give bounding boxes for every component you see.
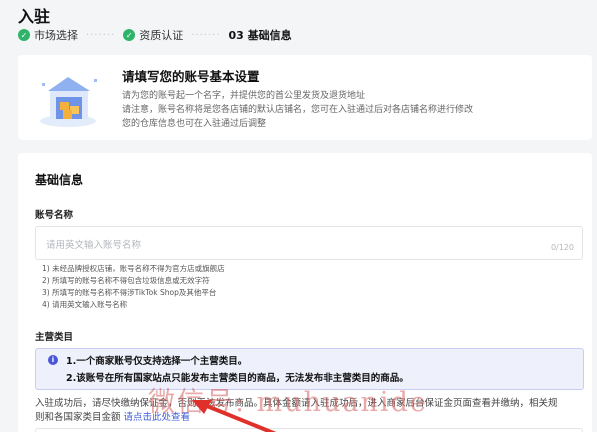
hint-item: 3) 所填写的账号名称不得涉TikTok Shop及其他平台 (42, 288, 217, 297)
intro-line: 您的仓库信息也可在入驻通过后调整 (122, 119, 267, 129)
intro-line: 请注意，账号名称将是您各店铺的默认店铺名，您可在入驻通过后对各店铺名称进行修改 (122, 105, 474, 115)
warehouse-illustration (40, 77, 97, 127)
account-name-label: 账号名称 (35, 210, 74, 221)
check-circle-icon: ✓ (123, 29, 136, 41)
description-prefix: 则和各国家类目金额 (35, 412, 121, 423)
info-icon: i (48, 355, 58, 365)
char-counter: 0/120 (550, 243, 574, 252)
step-divider: ······· (191, 29, 221, 41)
hint-item: 2) 所填写的账号名称不得包含垃圾信息或无效字符 (42, 276, 210, 285)
step-label: 市场选择 (34, 29, 78, 42)
main-category-label: 主营类目 (35, 332, 74, 343)
step-label: 03 基础信息 (228, 29, 292, 42)
input-placeholder: 请用英文输入账号名称 (46, 240, 142, 251)
stepper: ✓ 市场选择 ······· ✓ 资质认证 ······· 03 基础信息 (18, 27, 292, 43)
intro-title: 请填写您的账号基本设置 (122, 69, 260, 84)
main-category-select[interactable] (35, 428, 583, 432)
step-divider: ······· (86, 29, 116, 41)
hint-item: 1) 未经品牌授权店铺，账号名称不得为官方店或旗舰店 (42, 264, 225, 273)
red-arrow-annotation (192, 400, 277, 432)
section-title: 基础信息 (35, 173, 84, 187)
intro-line: 请为您的账号起一个名字，并提供您的首公里发货及退货地址 (122, 91, 366, 101)
step-basic-info: 03 基础信息 (229, 27, 292, 43)
notice-line: 1.一个商家账号仅支持选择一个主营类目。 (66, 356, 248, 367)
step-qualification: ✓ 资质认证 (123, 27, 183, 43)
check-circle-icon: ✓ (18, 29, 30, 41)
page-title: 入驻 (18, 7, 51, 26)
step-market: ✓ 市场选择 (18, 27, 78, 43)
hint-item: 4) 请用英文输入账号名称 (42, 300, 128, 309)
account-name-input[interactable]: 请用英文输入账号名称 0/120 (35, 226, 583, 260)
intro-card: 请填写您的账号基本设置 请为您的账号起一个名字，并提供您的首公里发货及退货地址 … (18, 55, 592, 140)
step-label: 资质认证 (139, 29, 184, 42)
